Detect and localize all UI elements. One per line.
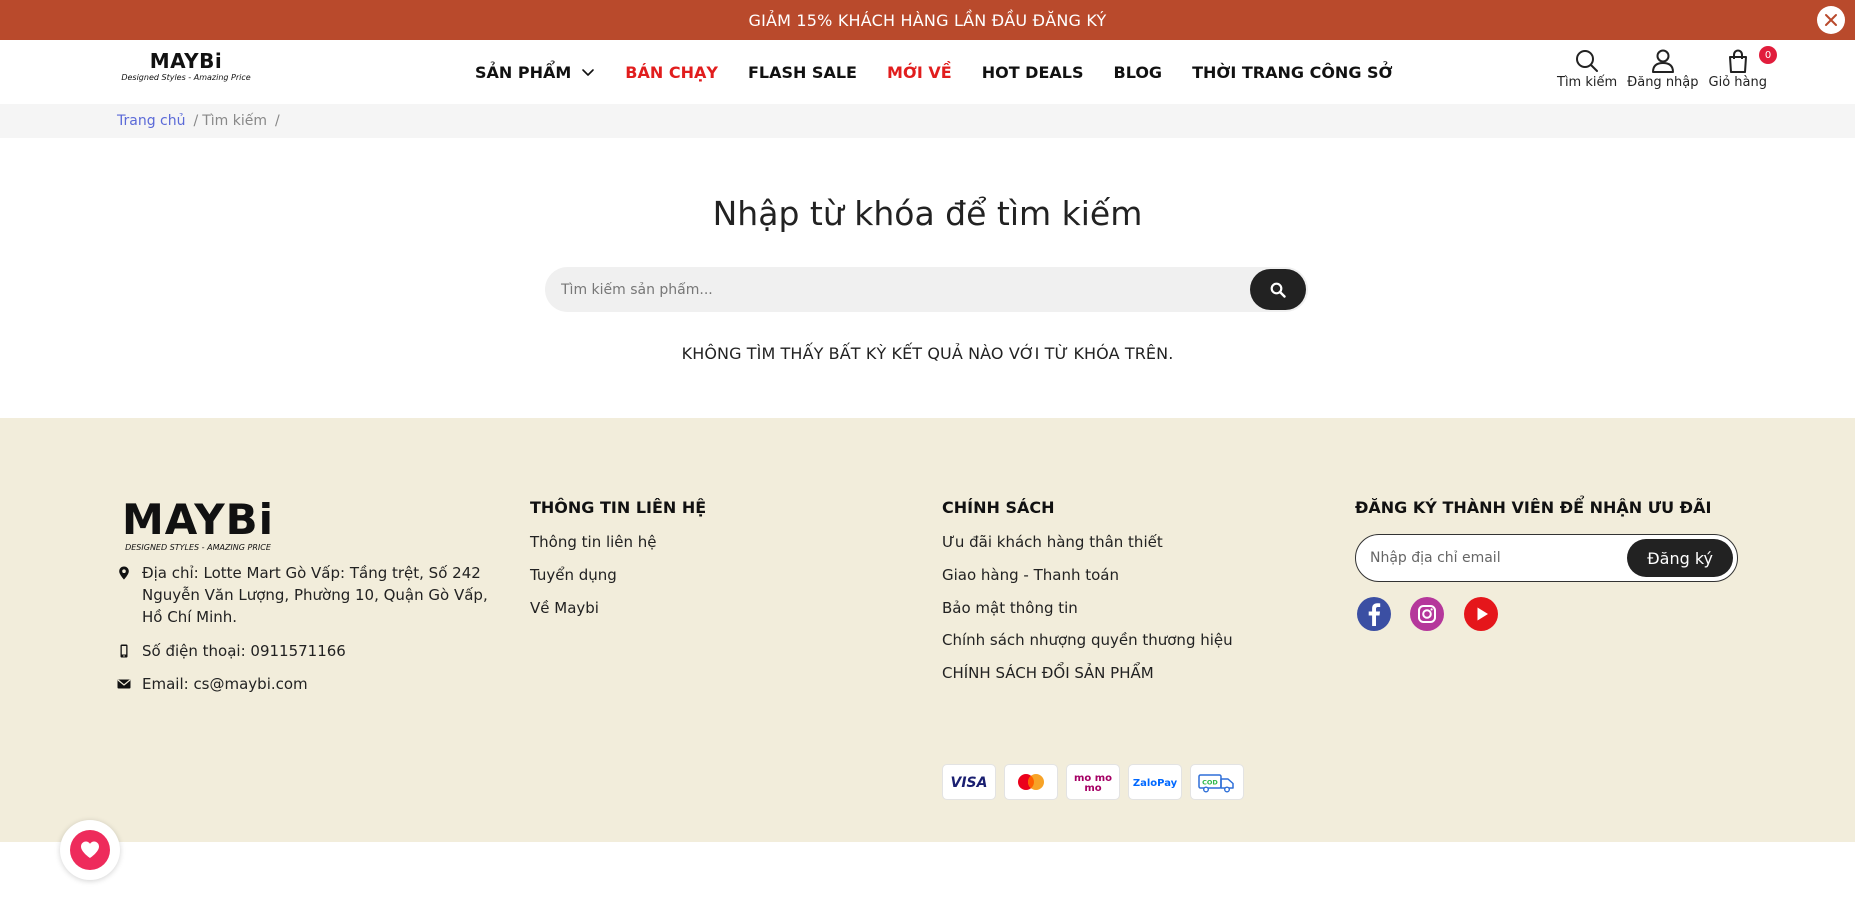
footer-logo[interactable]: MAYBi DESIGNED STYLES - AMAZING PRICE <box>122 498 273 553</box>
youtube-icon[interactable] <box>1463 596 1499 632</box>
no-result-message: KHÔNG TÌM THẤY BẤT KỲ KẾT QUẢ NÀO VỚI TỪ… <box>681 344 1174 363</box>
breadcrumb-home[interactable]: Trang chủ <box>117 113 185 129</box>
footer-link[interactable]: Thông tin liên hệ <box>530 533 657 551</box>
footer-link[interactable]: Tuyển dụng <box>530 566 617 584</box>
header-logo[interactable]: MAYBi Designed Styles - Amazing Price <box>121 49 251 94</box>
footer-link[interactable]: Về Maybi <box>530 599 599 617</box>
header-actions: Tìm kiếm Đăng nhập Giỏ hàng 0 <box>1547 46 1777 90</box>
mobile-phone-icon <box>120 644 128 658</box>
breadcrumb-current: Tìm kiếm <box>202 113 267 129</box>
heart-icon <box>81 841 99 858</box>
envelope-icon <box>117 679 131 689</box>
page-title: Nhập từ khóa để tìm kiếm <box>712 194 1143 233</box>
map-pin-icon <box>119 566 129 580</box>
visa-logo-icon: VISA <box>951 775 988 791</box>
search-form <box>545 267 1308 312</box>
footer-policy-heading: CHÍNH SÁCH <box>942 498 1055 517</box>
cod-text: COD <box>1202 779 1218 787</box>
phone-text: Số điện thoại: 0911571166 <box>142 642 346 660</box>
main-nav: SẢN PHẨM BÁN CHẠY FLASH SALE MỚI VỀ HOT … <box>475 40 1423 104</box>
logo-wordmark: MAYBi <box>121 495 275 544</box>
newsletter-submit-button[interactable]: Đăng ký <box>1627 539 1733 577</box>
breadcrumb: Trang chủ / Tìm kiếm / <box>0 104 1855 138</box>
chevron-down-icon <box>582 69 595 76</box>
search-icon <box>1576 50 1599 72</box>
contact-address: Địa chỉ: Lotte Mart Gò Vấp: Tầng trệt, S… <box>117 562 512 628</box>
login-label: Đăng nhập <box>1627 75 1699 90</box>
nav-item-blog[interactable]: BLOG <box>1114 63 1163 82</box>
zalopay-logo-icon: ZaloPay <box>1133 778 1177 789</box>
visa-text: VISA <box>951 775 988 791</box>
logo-wordmark: MAYBi <box>149 49 223 73</box>
search-icon <box>1270 282 1286 298</box>
facebook-icon[interactable] <box>1356 596 1392 632</box>
logo-tagline: DESIGNED STYLES - AMAZING PRICE <box>125 543 271 552</box>
footer-link[interactable]: Giao hàng - Thanh toán <box>942 566 1119 584</box>
newsletter-form: Đăng ký <box>1355 534 1738 582</box>
promo-bar: GIẢM 15% KHÁCH HÀNG LẦN ĐẦU ĐĂNG KÝ <box>0 0 1855 40</box>
contact-email: Email: cs@maybi.com <box>117 673 512 695</box>
footer-link[interactable]: Ưu đãi khách hàng thân thiết <box>942 533 1163 551</box>
svg-text:mo: mo <box>1084 783 1101 794</box>
wishlist-icon-bg <box>70 830 110 870</box>
close-icon[interactable] <box>1817 6 1845 34</box>
breadcrumb-separator: / <box>274 113 280 129</box>
nav-label: SẢN PHẨM <box>475 62 572 82</box>
mastercard-logo-icon <box>1018 774 1044 790</box>
momo-logo-icon: mo momo <box>1074 773 1112 794</box>
nav-item-thoi-trang-cong-so[interactable]: THỜI TRANG CÔNG SỞ <box>1192 63 1392 82</box>
payment-mastercard <box>1004 764 1058 800</box>
user-icon <box>1651 49 1674 73</box>
search-submit-button[interactable] <box>1250 269 1306 310</box>
nav-item-moi-ve[interactable]: MỚI VỀ <box>887 63 952 82</box>
nav-item-ban-chay[interactable]: BÁN CHẠY <box>625 63 718 82</box>
header-cart-button[interactable]: Giỏ hàng 0 <box>1708 46 1777 90</box>
nav-item-flash-sale[interactable]: FLASH SALE <box>748 63 857 82</box>
cod-delivery-icon: COD <box>1198 774 1234 793</box>
payment-visa: VISA <box>942 764 996 800</box>
nav-item-hot-deals[interactable]: HOT DEALS <box>982 63 1084 82</box>
contact-phone: Số điện thoại: 0911571166 <box>117 640 512 662</box>
instagram-icon[interactable] <box>1409 596 1445 632</box>
header-search-button[interactable]: Tìm kiếm <box>1557 48 1617 90</box>
logo-tagline: Designed Styles - Amazing Price <box>121 73 251 82</box>
newsletter-heading: ĐĂNG KÝ THÀNH VIÊN ĐỂ NHẬN ƯU ĐÃI <box>1355 498 1712 517</box>
wishlist-floating-button[interactable] <box>60 820 120 880</box>
footer-link[interactable]: CHÍNH SÁCH ĐỔI SẢN PHẨM <box>942 664 1154 682</box>
cart-count-badge: 0 <box>1759 46 1777 64</box>
promo-text: GIẢM 15% KHÁCH HÀNG LẦN ĐẦU ĐĂNG KÝ <box>748 10 1107 30</box>
nav-item-san-pham[interactable]: SẢN PHẨM <box>475 63 595 82</box>
payment-cod: COD <box>1190 764 1244 800</box>
footer-info-heading: THÔNG TIN LIÊN HỆ <box>530 498 707 517</box>
shopping-bag-icon <box>1728 49 1747 73</box>
search-input[interactable] <box>545 267 1250 312</box>
site-header: MAYBi Designed Styles - Amazing Price SẢ… <box>0 40 1855 104</box>
payment-zalopay: ZaloPay <box>1128 764 1182 800</box>
email-text: Email: cs@maybi.com <box>142 675 308 693</box>
search-label: Tìm kiếm <box>1557 75 1618 90</box>
zalopay-text: ZaloPay <box>1133 778 1177 789</box>
footer-link[interactable]: Chính sách nhượng quyền thương hiệu <box>942 631 1233 649</box>
header-login-button[interactable]: Đăng nhập <box>1627 48 1699 90</box>
address-text: Địa chỉ: Lotte Mart Gò Vấp: Tầng trệt, S… <box>142 564 488 626</box>
payment-momo: mo mo mo <box>1066 764 1120 800</box>
newsletter-email-input[interactable] <box>1370 550 1628 566</box>
breadcrumb-separator: / <box>193 113 199 129</box>
site-footer: MAYBi DESIGNED STYLES - AMAZING PRICE Đị… <box>0 418 1855 842</box>
cart-label: Giỏ hàng <box>1708 75 1767 90</box>
footer-link[interactable]: Bảo mật thông tin <box>942 599 1078 617</box>
